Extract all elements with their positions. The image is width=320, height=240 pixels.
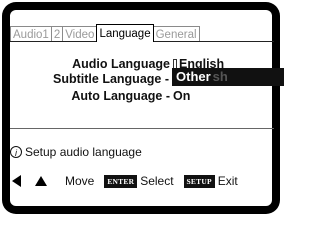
popup-hidden-option: sh — [212, 69, 228, 84]
auto-language-value: On — [173, 89, 191, 103]
tab-language[interactable]: Language — [96, 24, 154, 42]
menu-tabs: Audio1 2 Video Language General — [10, 24, 200, 42]
enter-key-badge: ENTER — [104, 174, 138, 188]
language-option-popup[interactable]: Other sh — [172, 68, 284, 86]
help-text: Setup audio language — [25, 145, 142, 159]
tab-general[interactable]: General — [152, 26, 200, 42]
auto-language-row[interactable]: Auto Language - On — [0, 89, 284, 104]
help-line: i Setup audio language — [10, 145, 142, 159]
select-hint-label: Select — [140, 174, 174, 188]
help-divider — [10, 128, 274, 129]
auto-language-label: Auto Language - — [71, 89, 170, 103]
control-hints: Move ENTER Select SETUP Exit — [10, 172, 274, 190]
up-arrow-icon — [35, 176, 47, 186]
audio-language-label: Audio Language — [72, 57, 170, 71]
left-arrow-icon — [12, 175, 21, 187]
info-icon: i — [10, 146, 22, 158]
setup-key-badge: SETUP — [183, 174, 215, 188]
tab-video[interactable]: Video — [62, 26, 98, 42]
tab-audio1[interactable]: Audio1 — [10, 26, 52, 42]
subtitle-language-label: Subtitle Language - — [53, 72, 169, 86]
move-hint-label: Move — [65, 174, 95, 188]
exit-hint-label: Exit — [217, 174, 238, 188]
popup-selected-option[interactable]: Other — [176, 69, 211, 84]
